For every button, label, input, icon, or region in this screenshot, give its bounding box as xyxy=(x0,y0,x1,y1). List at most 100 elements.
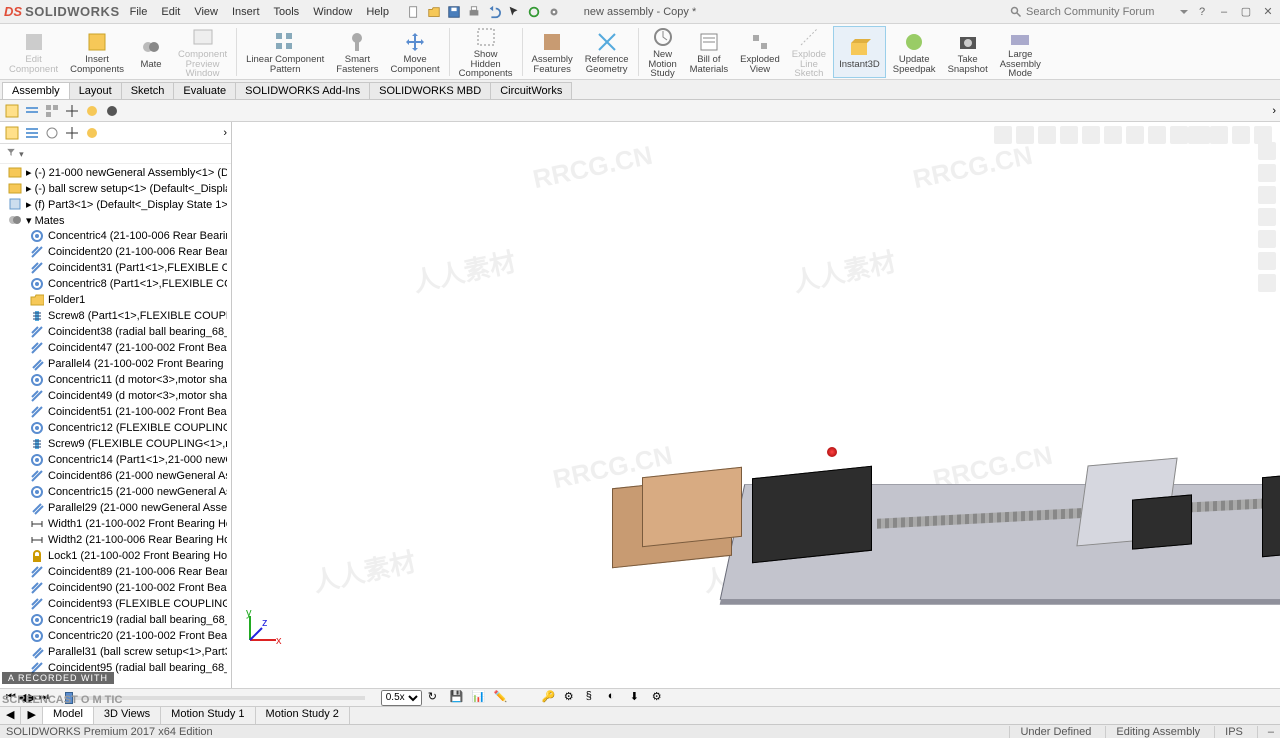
help-icon[interactable]: ? xyxy=(1194,4,1210,20)
motion-speed-select[interactable]: 0.5x xyxy=(381,690,422,706)
ribbon-refgeom-button[interactable]: ReferenceGeometry xyxy=(580,26,634,78)
taskpane-library-icon[interactable] xyxy=(1258,164,1276,182)
ribbon-bom-button[interactable]: Bill ofMaterials xyxy=(685,26,734,78)
tree-mate-17[interactable]: Parallel29 (21-000 newGeneral Assembly<1… xyxy=(0,500,231,516)
tree-mate-21[interactable]: Coincident89 (21-100-006 Rear Bearing Ho… xyxy=(0,564,231,580)
bottom-tab-model[interactable]: Model xyxy=(43,707,94,724)
menu-window[interactable]: Window xyxy=(313,6,352,18)
tree-mate-8[interactable]: Parallel4 (21-100-002 Front Bearing Hous… xyxy=(0,356,231,372)
fm-tab-dim-icon[interactable] xyxy=(64,103,80,119)
maximize-icon[interactable]: ▢ xyxy=(1238,4,1254,20)
ribbon-asmfeat-button[interactable]: AssemblyFeatures xyxy=(527,26,578,78)
nut-block[interactable] xyxy=(1132,494,1192,549)
fm-tab-feature-icon[interactable] xyxy=(4,103,20,119)
menu-help[interactable]: Help xyxy=(366,6,389,18)
ribbon-fastener-button[interactable]: SmartFasteners xyxy=(331,26,383,78)
ribbon-speedpak-button[interactable]: UpdateSpeedpak xyxy=(888,26,941,78)
ribbon-insert-button[interactable]: InsertComponents xyxy=(65,26,129,78)
tab-assembly[interactable]: Assembly xyxy=(2,82,70,99)
close-icon[interactable]: ✕ xyxy=(1260,4,1276,20)
ribbon-move-button[interactable]: MoveComponent xyxy=(386,26,445,78)
tab-layout[interactable]: Layout xyxy=(69,82,122,99)
tree-tab-origin-icon[interactable] xyxy=(64,125,80,141)
search-box[interactable] xyxy=(1010,6,1188,18)
ribbon-pattern-button[interactable]: Linear ComponentPattern xyxy=(241,26,329,78)
tree-mate-0[interactable]: Concentric4 (21-100-006 Rear Bearing Hou… xyxy=(0,228,231,244)
select-icon[interactable] xyxy=(507,5,521,19)
feature-manager-tree[interactable]: › ▾ ▸ (-) 21-000 newGeneral Assembly<1> … xyxy=(0,122,232,688)
tree-mate-16[interactable]: Concentric15 (21-000 newGeneral Assembly… xyxy=(0,484,231,500)
motion-wizard-icon[interactable]: ✏️ xyxy=(494,690,510,706)
tree-mate-15[interactable]: Coincident86 (21-000 newGeneral Assembly… xyxy=(0,468,231,484)
tree-tabs-expand-icon[interactable]: › xyxy=(223,127,227,139)
vp-restore-icon[interactable] xyxy=(1188,126,1206,144)
tree-mate-18[interactable]: Width1 (21-100-002 Front Bearing Housing… xyxy=(0,516,231,532)
display-style-icon[interactable] xyxy=(1104,126,1122,144)
motion-save-icon[interactable]: 💾 xyxy=(450,690,466,706)
zoom-area-icon[interactable] xyxy=(1016,126,1034,144)
tree-mate-4[interactable]: Folder1 xyxy=(0,292,231,308)
tree-tab-list-icon[interactable] xyxy=(24,125,40,141)
btabs-scroll-left[interactable]: ◀ xyxy=(0,707,21,724)
rear-bearing-housing[interactable] xyxy=(1262,467,1280,557)
tree-mate-24[interactable]: Concentric19 (radial ball bearing_68_skf… xyxy=(0,612,231,628)
fm-expand-icon[interactable]: › xyxy=(1272,105,1276,117)
tree-mate-5[interactable]: Screw8 (Part1<1>,FLEXIBLE COUPLING<1>) xyxy=(0,308,231,324)
section-view-icon[interactable] xyxy=(1060,126,1078,144)
motor-flange[interactable] xyxy=(642,467,742,548)
zoom-fit-icon[interactable] xyxy=(994,126,1012,144)
motion-gravity-icon[interactable]: ⬇ xyxy=(630,690,646,706)
tree-tab-feature-icon[interactable] xyxy=(4,125,20,141)
apply-scene-icon[interactable] xyxy=(1170,126,1188,144)
ribbon-snapshot-button[interactable]: TakeSnapshot xyxy=(943,26,993,78)
menu-insert[interactable]: Insert xyxy=(232,6,260,18)
motion-loop-icon[interactable]: ↻ xyxy=(428,690,444,706)
undo-icon[interactable] xyxy=(487,5,501,19)
motion-spring-icon[interactable]: § xyxy=(586,690,602,706)
fm-tab-appearance-icon[interactable] xyxy=(104,103,120,119)
ribbon-mate-button[interactable]: Mate xyxy=(131,26,171,78)
tree-component-0[interactable]: ▸ (-) 21-000 newGeneral Assembly<1> (Def… xyxy=(0,164,231,180)
fm-tab-property-icon[interactable] xyxy=(24,103,40,119)
btabs-scroll-right[interactable]: ▶ xyxy=(21,707,42,724)
front-bearing-housing[interactable] xyxy=(752,466,872,564)
ribbon-showhidden-button[interactable]: ShowHiddenComponents xyxy=(454,26,518,78)
vp-min-icon[interactable] xyxy=(1210,126,1228,144)
tab-evaluate[interactable]: Evaluate xyxy=(173,82,236,99)
motion-motor-icon[interactable]: ⚙ xyxy=(564,690,580,706)
motion-calc-icon[interactable]: 📊 xyxy=(472,690,488,706)
tree-mate-14[interactable]: Concentric14 (Part1<1>,21-000 newGeneral… xyxy=(0,452,231,468)
tree-mate-9[interactable]: Concentric11 (d motor<3>,motor shaft<2>) xyxy=(0,372,231,388)
tree-mate-12[interactable]: Concentric12 (FLEXIBLE COUPLING<1>,motor… xyxy=(0,420,231,436)
fm-tab-display-icon[interactable] xyxy=(84,103,100,119)
graphics-viewport[interactable]: RRCG.CN RRCG.CN 人人素材 人人素材 RRCG.CN RRCG.C… xyxy=(232,122,1280,688)
prev-view-icon[interactable] xyxy=(1038,126,1056,144)
open-doc-icon[interactable] xyxy=(427,5,441,19)
tree-mates-folder[interactable]: ▾ Mates xyxy=(0,212,231,228)
tree-mate-6[interactable]: Coincident38 (radial ball bearing_68_skf… xyxy=(0,324,231,340)
new-doc-icon[interactable] xyxy=(407,5,421,19)
ribbon-largeasm-button[interactable]: LargeAssemblyMode xyxy=(995,26,1046,78)
ribbon-exploded-button[interactable]: ExplodedView xyxy=(735,26,785,78)
rebuild-icon[interactable] xyxy=(527,5,541,19)
tree-mate-19[interactable]: Width2 (21-100-006 Rear Bearing Housing<… xyxy=(0,532,231,548)
tree-mate-13[interactable]: Screw9 (FLEXIBLE COUPLING<1>,motor shaft… xyxy=(0,436,231,452)
search-dropdown-icon[interactable] xyxy=(1180,8,1188,16)
bottom-tab-motion-study-1[interactable]: Motion Study 1 xyxy=(161,707,255,724)
menu-file[interactable]: File xyxy=(130,6,148,18)
menu-tools[interactable]: Tools xyxy=(274,6,300,18)
search-input[interactable] xyxy=(1026,6,1176,18)
tree-mate-2[interactable]: Coincident31 (Part1<1>,FLEXIBLE COUPLING… xyxy=(0,260,231,276)
tree-mate-25[interactable]: Concentric20 (21-100-002 Front Bearing H… xyxy=(0,628,231,644)
tab-sketch[interactable]: Sketch xyxy=(121,82,175,99)
taskpane-custom-icon[interactable] xyxy=(1258,252,1276,270)
tab-circuitworks[interactable]: CircuitWorks xyxy=(490,82,572,99)
tree-mate-23[interactable]: Coincident93 (FLEXIBLE COUPLING<1>,motor… xyxy=(0,596,231,612)
tree-filter[interactable]: ▾ xyxy=(0,144,231,164)
menu-view[interactable]: View xyxy=(194,6,218,18)
taskpane-view-icon[interactable] xyxy=(1258,208,1276,226)
tree-component-2[interactable]: ▸ (f) Part3<1> (Default<_Display State 1… xyxy=(0,196,231,212)
tree-mate-3[interactable]: Concentric8 (Part1<1>,FLEXIBLE COUPLING<… xyxy=(0,276,231,292)
tree-component-1[interactable]: ▸ (-) ball screw setup<1> (Default<_Disp… xyxy=(0,180,231,196)
tree-mate-20[interactable]: Lock1 (21-100-002 Front Bearing Housing<… xyxy=(0,548,231,564)
